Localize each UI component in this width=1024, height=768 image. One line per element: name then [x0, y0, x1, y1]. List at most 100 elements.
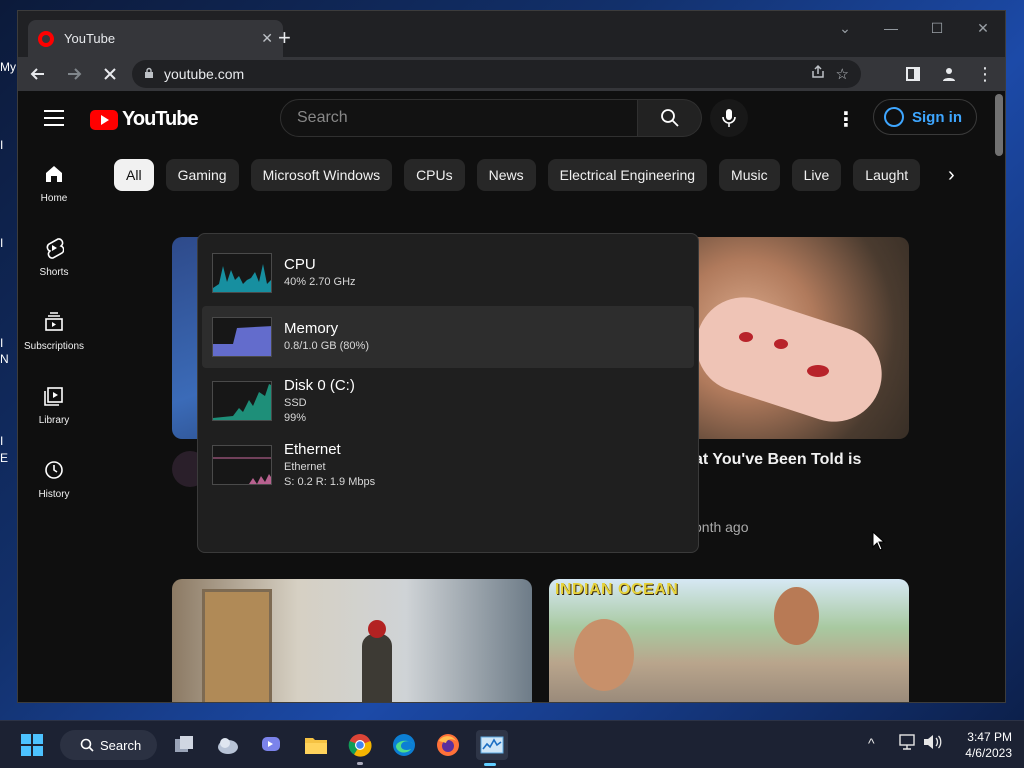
sidebar-item-home[interactable]: Home — [18, 146, 90, 220]
perf-item-title: Ethernet — [284, 440, 341, 458]
desktop-icon-label: E — [0, 451, 9, 465]
window-controls: ⌄ — ☐ ✕ — [822, 17, 1005, 39]
perf-item-disk[interactable]: Disk 0 (C:) SSD 99% — [202, 370, 694, 432]
settings-more-icon[interactable]: ⋮ — [836, 107, 856, 132]
stop-loading-button[interactable] — [96, 60, 124, 88]
sidebar-item-subscriptions[interactable]: Subscriptions — [18, 294, 90, 368]
perf-item-ethernet[interactable]: Ethernet Ethernet S: 0.2 R: 1.9 Mbps — [202, 434, 694, 496]
chevron-right-icon[interactable]: › — [948, 164, 955, 187]
subscriptions-icon — [43, 311, 65, 333]
disk-graph — [212, 381, 272, 421]
video-title[interactable]: at You've Been Told is — [694, 451, 861, 469]
start-icon[interactable] — [18, 731, 46, 759]
task-manager-performance-panel: CPU 40% 2.70 GHz Memory 0.8/1.0 GB (80%)… — [197, 233, 699, 553]
widgets-icon[interactable] — [214, 731, 242, 759]
arrow-left-icon — [30, 68, 44, 80]
thumbnail-caption: INDIAN OCEAN — [555, 581, 679, 598]
chip-live[interactable]: Live — [791, 159, 842, 191]
search-input[interactable] — [280, 99, 638, 137]
sidebar-item-shorts[interactable]: Shorts — [18, 220, 90, 294]
tab-search-icon[interactable]: ⌄ — [822, 17, 868, 39]
sidebar-item-history[interactable]: History — [18, 442, 90, 516]
desktop-icon-label: I — [0, 236, 4, 250]
desktop-icon-label: I — [0, 434, 4, 448]
edge-icon[interactable] — [390, 731, 418, 759]
search-icon — [80, 738, 94, 752]
firefox-icon[interactable] — [434, 731, 462, 759]
close-tab-icon[interactable]: ✕ — [261, 30, 273, 47]
chip-all[interactable]: All — [114, 159, 154, 191]
youtube-logo-text: YouTube — [122, 108, 199, 130]
clock-date: 4/6/2023 — [965, 746, 1012, 760]
tab-strip: YouTube ✕ + ⌄ — ☐ ✕ — [18, 11, 1005, 57]
side-panel-icon[interactable] — [899, 60, 927, 88]
chip-cpus[interactable]: CPUs — [404, 159, 465, 191]
video-thumbnail[interactable]: INDIAN OCEAN — [549, 579, 909, 702]
minimize-button[interactable]: — — [868, 17, 914, 39]
chevron-up-icon[interactable]: ^ — [868, 735, 875, 751]
taskbar-clock[interactable]: 3:47 PM 4/6/2023 — [952, 729, 1012, 761]
desktop-icon-label: I — [0, 336, 4, 350]
page-scrollbar[interactable] — [995, 94, 1003, 156]
sidebar-item-library[interactable]: Library — [18, 368, 90, 442]
chip-microsoft-windows[interactable]: Microsoft Windows — [250, 159, 393, 191]
arrow-right-icon — [68, 68, 82, 80]
tab-title: YouTube — [64, 31, 116, 46]
sign-in-button[interactable]: Sign in — [873, 99, 977, 135]
perf-item-title: Memory — [284, 320, 339, 337]
hamburger-menu-icon[interactable] — [44, 110, 64, 131]
url-text[interactable]: youtube.com — [164, 66, 800, 82]
browser-toolbar: youtube.com ☆ ⋮ — [18, 57, 1005, 91]
file-explorer-icon[interactable] — [302, 731, 330, 759]
microphone-icon — [722, 109, 736, 127]
forward-button[interactable] — [60, 60, 88, 88]
address-bar[interactable]: youtube.com ☆ — [132, 60, 861, 88]
maximize-button[interactable]: ☐ — [914, 17, 960, 39]
network-icon[interactable] — [898, 733, 916, 754]
teams-chat-icon[interactable] — [258, 731, 286, 759]
mouse-cursor-icon — [872, 531, 886, 551]
chip-laughter[interactable]: Laught — [853, 159, 921, 191]
sign-in-label: Sign in — [912, 108, 962, 126]
share-icon[interactable] — [810, 64, 826, 84]
perf-item-detail: 99% — [284, 411, 307, 424]
lock-icon[interactable] — [144, 67, 154, 82]
youtube-sidebar: Home Shorts Subscriptions Library Histor… — [18, 146, 90, 516]
task-view-icon[interactable] — [170, 731, 198, 759]
sidebar-item-label: Shorts — [39, 266, 69, 278]
tab-youtube[interactable]: YouTube ✕ — [28, 20, 283, 57]
close-window-button[interactable]: ✕ — [960, 17, 1005, 39]
perf-item-title: Disk 0 (C:) — [284, 376, 355, 394]
history-icon — [43, 459, 65, 481]
new-tab-button[interactable]: + — [278, 25, 291, 51]
chrome-icon[interactable] — [346, 731, 374, 765]
youtube-header: YouTube ⋮ Sign in — [18, 91, 1005, 146]
back-button[interactable] — [24, 60, 52, 88]
youtube-logo[interactable]: YouTube — [90, 108, 199, 131]
close-icon — [104, 68, 116, 80]
perf-item-detail: 0.8/1.0 GB (80%) — [284, 340, 369, 352]
volume-icon[interactable] — [922, 733, 942, 754]
search-button[interactable] — [638, 99, 702, 137]
task-manager-icon[interactable] — [476, 730, 508, 766]
perf-item-detail: Ethernet — [284, 460, 326, 473]
search-bar — [280, 99, 702, 137]
video-meta: onth ago — [694, 519, 749, 535]
chrome-menu-icon[interactable]: ⋮ — [971, 60, 999, 88]
perf-item-cpu[interactable]: CPU 40% 2.70 GHz — [202, 242, 694, 304]
perf-item-detail: 40% 2.70 GHz — [284, 276, 356, 288]
shorts-icon — [43, 237, 65, 259]
chip-music[interactable]: Music — [719, 159, 780, 191]
taskbar: Search ^ 3:47 PM 4/6/2023 — [0, 720, 1024, 768]
profile-icon[interactable] — [935, 60, 963, 88]
perf-item-memory[interactable]: Memory 0.8/1.0 GB (80%) — [202, 306, 694, 368]
sidebar-item-label: History — [38, 488, 70, 500]
library-icon — [43, 385, 65, 407]
chip-news[interactable]: News — [476, 159, 536, 191]
bookmark-star-icon[interactable]: ☆ — [836, 65, 849, 83]
voice-search-button[interactable] — [710, 99, 748, 137]
taskbar-search-box[interactable]: Search — [60, 730, 157, 760]
chip-gaming[interactable]: Gaming — [165, 159, 239, 191]
video-thumbnail[interactable] — [172, 579, 532, 702]
chip-electrical-engineering[interactable]: Electrical Engineering — [547, 159, 708, 191]
